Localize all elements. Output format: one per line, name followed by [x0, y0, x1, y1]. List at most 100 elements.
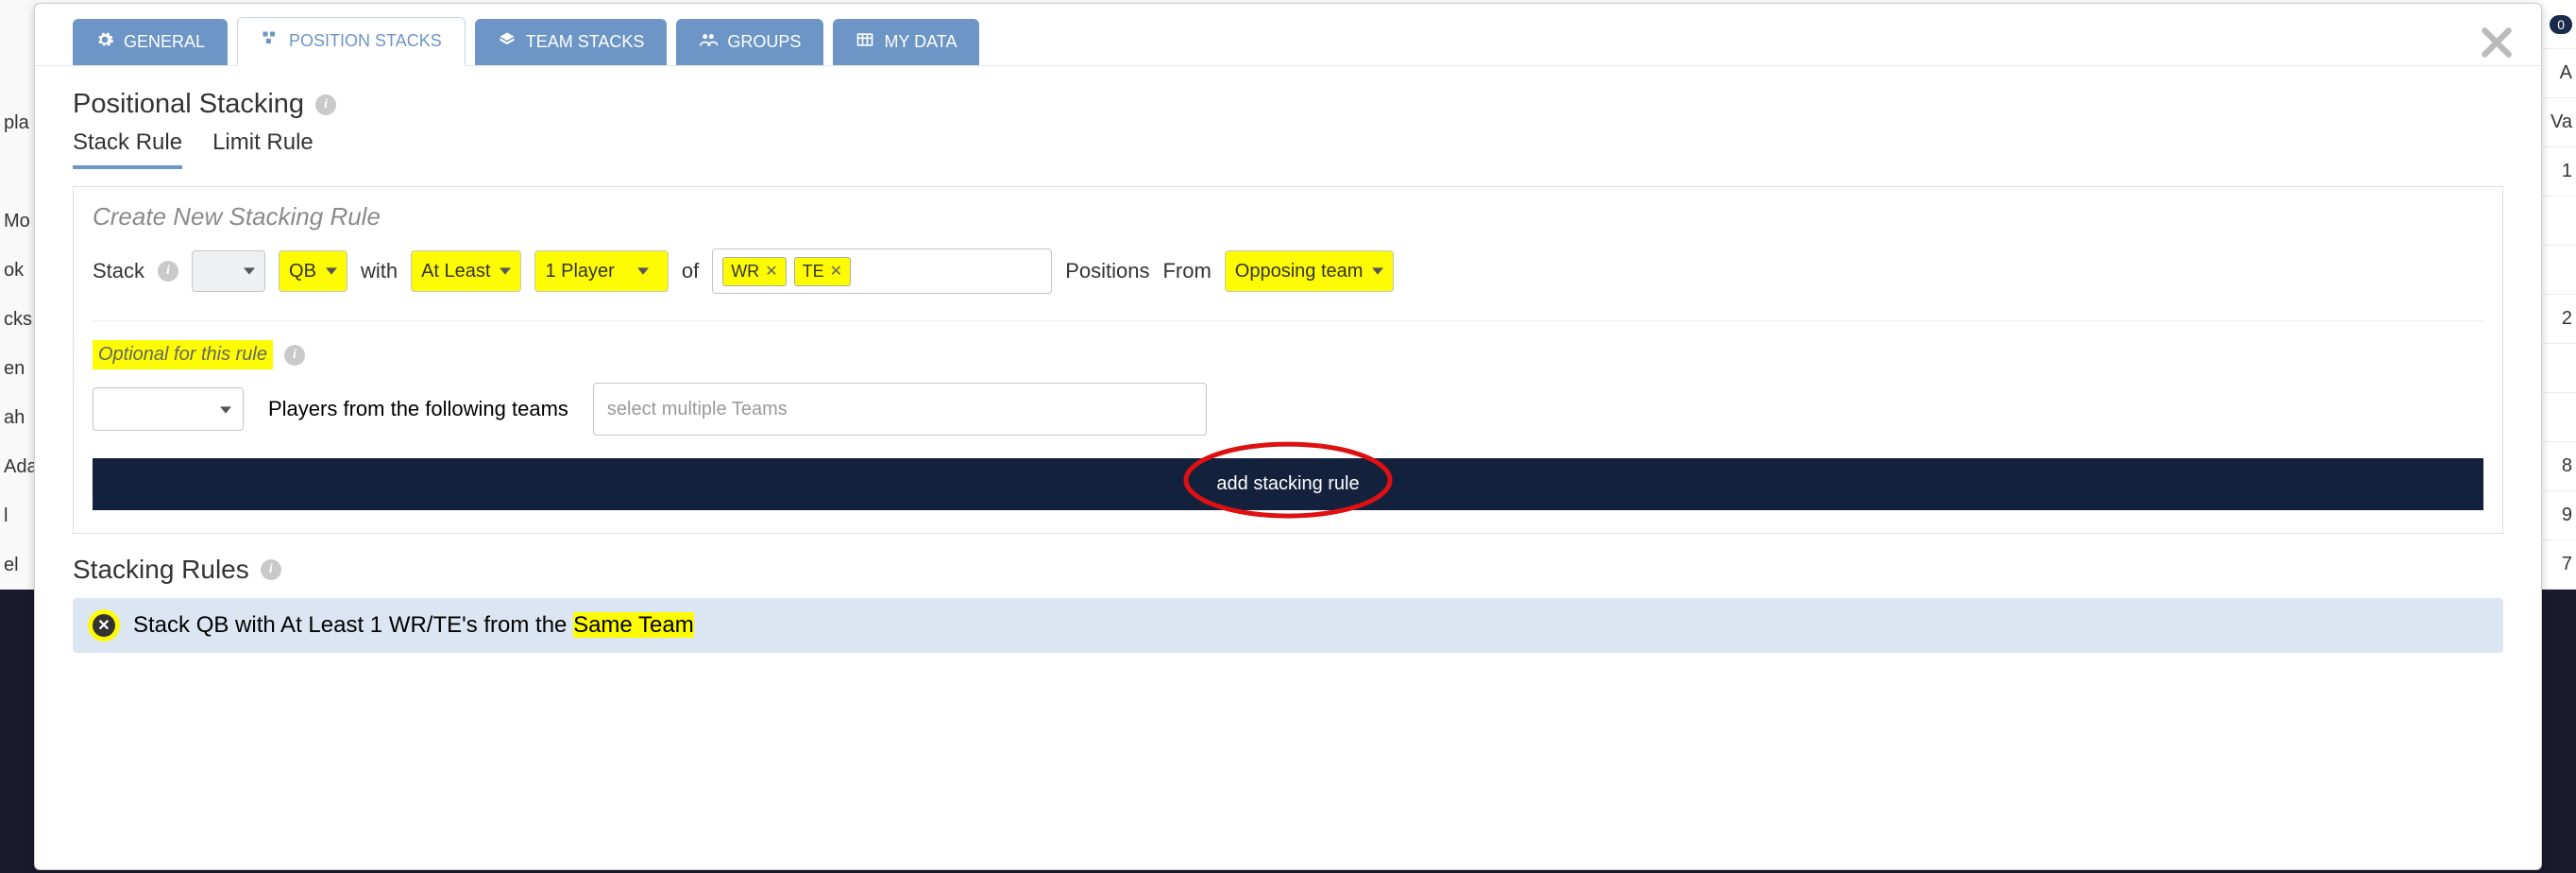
info-icon[interactable]: i — [284, 345, 305, 366]
stack-label: Stack — [93, 259, 144, 283]
with-label: with — [361, 259, 398, 283]
backdrop-cell — [2538, 393, 2576, 442]
tab-position-stacks[interactable]: POSITION STACKS — [237, 17, 466, 66]
tab-my-data[interactable]: MY DATA — [833, 19, 979, 65]
panel-title: Create New Stacking Rule — [93, 202, 2483, 231]
backdrop-cell: el — [0, 540, 38, 590]
chip-label: WR — [731, 262, 759, 282]
team-source-select[interactable]: Opposing team — [1225, 250, 1395, 292]
tab-label: TEAM STACKS — [526, 32, 645, 52]
backdrop-cell: 8 — [2538, 442, 2576, 491]
backdrop-cell: 0 — [2538, 0, 2576, 49]
tab-team-stacks[interactable]: TEAM STACKS — [475, 19, 668, 65]
tab-label: GENERAL — [124, 32, 205, 52]
backdrop-cell: pla — [0, 98, 38, 147]
include-exclude-select[interactable] — [93, 387, 244, 431]
chip-wr: WR ✕ — [722, 257, 786, 286]
rules-title: Stacking Rules — [73, 555, 249, 585]
select-value: Opposing team — [1235, 261, 1364, 282]
backdrop-cell: ok — [0, 246, 38, 295]
team-empty-select[interactable] — [192, 250, 265, 292]
of-label: of — [682, 259, 699, 283]
tab-label: POSITION STACKS — [289, 31, 442, 51]
chip-te: TE ✕ — [794, 257, 851, 286]
backdrop-cell: A — [2538, 49, 2576, 98]
select-value: At Least — [421, 261, 490, 282]
close-icon: ✕ — [93, 614, 115, 637]
close-button[interactable] — [2479, 25, 2515, 65]
condition-select[interactable]: At Least — [411, 250, 521, 292]
modal-tabs: GENERAL POSITION STACKS TEAM STACKS GROU… — [35, 4, 2541, 66]
info-icon[interactable]: i — [261, 559, 281, 580]
chip-remove-icon[interactable]: ✕ — [830, 262, 842, 281]
optional-row: Optional for this rule i — [93, 340, 2483, 369]
backdrop-cell: Ada — [0, 442, 38, 491]
rule-text-pre: Stack QB with At Least 1 WR/TE's from th… — [133, 612, 573, 638]
tab-groups[interactable]: GROUPS — [676, 19, 823, 65]
table-icon — [856, 30, 874, 54]
subtab-limit-rule[interactable]: Limit Rule — [212, 129, 314, 169]
gear-icon — [95, 30, 114, 54]
rule-text: Stack QB with At Least 1 WR/TE's from th… — [133, 612, 694, 639]
caret-down-icon — [637, 261, 649, 282]
backdrop-cell — [0, 0, 38, 49]
backdrop-cell — [2538, 197, 2576, 246]
position-select[interactable]: QB — [279, 250, 347, 292]
subtabs: Stack Rule Limit Rule — [73, 129, 2503, 169]
tab-label: MY DATA — [884, 32, 957, 52]
caret-down-icon — [244, 261, 255, 282]
grid-icon — [261, 29, 280, 53]
positions-multiselect[interactable]: WR ✕ TE ✕ — [712, 248, 1052, 294]
subtab-stack-rule[interactable]: Stack Rule — [73, 129, 182, 169]
select-value: 1 Player — [545, 261, 614, 282]
info-icon[interactable]: i — [158, 261, 178, 282]
chip-remove-icon[interactable]: ✕ — [765, 262, 777, 281]
backdrop-cell — [2538, 344, 2576, 393]
rule-text-highlight: Same Team — [573, 612, 694, 638]
backdrop-cell: 7 — [2538, 540, 2576, 590]
backdrop-cell: 1 — [2538, 147, 2576, 197]
backdrop-right-column: 0 A Va 1 2 8 9 7 — [2538, 0, 2576, 590]
teams-multiselect[interactable]: select multiple Teams — [593, 383, 1207, 436]
backdrop-cell — [0, 49, 38, 98]
caret-down-icon — [500, 261, 511, 282]
backdrop-cell: en — [0, 344, 38, 393]
rule-builder-row: Stack i QB with At Least 1 Player — [93, 248, 2483, 321]
optional-label: Optional for this rule — [93, 340, 273, 369]
stacking-rule-item: ✕ Stack QB with At Least 1 WR/TE's from … — [73, 598, 2503, 653]
backdrop-cell: l — [0, 491, 38, 540]
tab-general[interactable]: GENERAL — [73, 19, 228, 65]
delete-rule-button[interactable]: ✕ — [88, 609, 120, 642]
from-label: From — [1162, 259, 1211, 283]
backdrop-cell: 9 — [2538, 491, 2576, 540]
team-row: Players from the following teams select … — [93, 383, 2483, 436]
players-following-label: Players from the following teams — [268, 397, 568, 421]
backdrop-cell: Va — [2538, 98, 2576, 147]
placeholder-text: select multiple Teams — [607, 399, 788, 420]
settings-modal: GENERAL POSITION STACKS TEAM STACKS GROU… — [34, 3, 2542, 870]
caret-down-icon — [220, 397, 231, 421]
backdrop-cell: Mo — [0, 197, 38, 246]
backdrop-cell: ah — [0, 393, 38, 442]
positions-label: Positions — [1065, 259, 1149, 283]
backdrop-cell: cks — [0, 295, 38, 344]
chip-label: TE — [803, 262, 824, 282]
stacking-rules-header: Stacking Rules i — [73, 555, 2503, 585]
info-icon[interactable]: i — [315, 94, 336, 115]
backdrop-cell — [2538, 246, 2576, 295]
layers-icon — [498, 30, 517, 54]
add-stacking-rule-button[interactable]: add stacking rule — [93, 458, 2483, 510]
caret-down-icon — [326, 261, 337, 282]
section-title: Positional Stacking — [73, 89, 304, 120]
button-label: add stacking rule — [1216, 473, 1359, 494]
close-icon — [2479, 48, 2515, 64]
select-value: QB — [289, 261, 316, 282]
player-count-select[interactable]: 1 Player — [534, 250, 668, 292]
caret-down-icon — [1372, 261, 1383, 282]
create-rule-panel: Create New Stacking Rule Stack i QB with… — [73, 186, 2503, 534]
backdrop-cell — [0, 147, 38, 197]
section-header: Positional Stacking i — [73, 89, 2503, 120]
tab-label: GROUPS — [727, 32, 801, 52]
users-icon — [699, 30, 718, 54]
backdrop-left-column: pla Mo ok cks en ah Ada l el — [0, 0, 38, 590]
